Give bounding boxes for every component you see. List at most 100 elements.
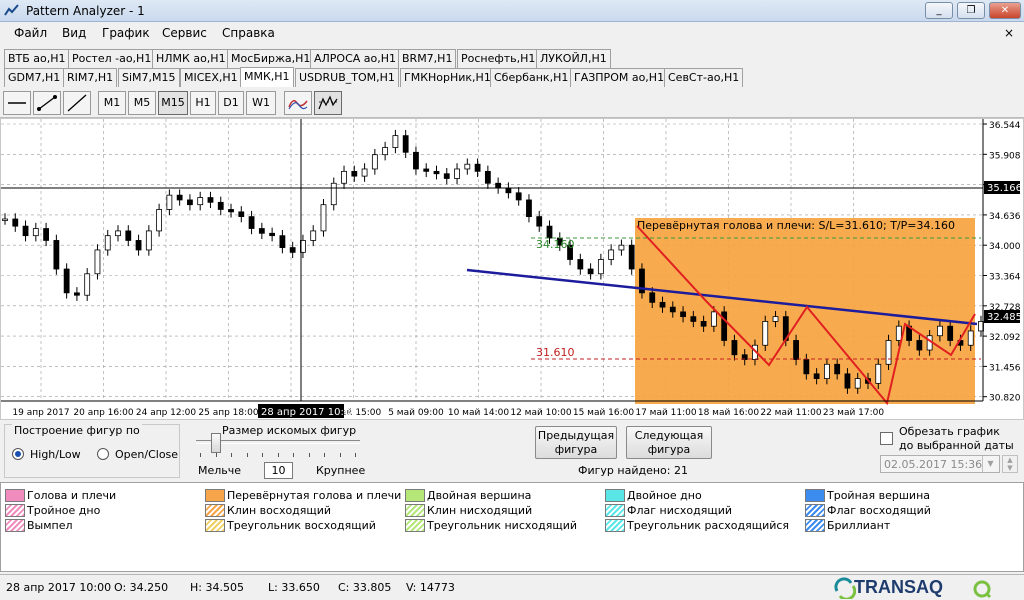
timeframe-m15[interactable]: M15 [158,91,188,115]
radio-open-close[interactable] [97,448,109,460]
line-chart-mode[interactable] [284,91,312,115]
status-high: H: 34.505 [190,581,244,594]
slider-tick [200,453,201,457]
tab-mmk[interactable]: ММК,H1 [240,67,294,87]
date-spinner-icon[interactable]: ▲ ▼ [1002,455,1018,473]
last-price-label: 32.485 [987,312,1022,323]
candle-body [875,363,882,384]
time-tick-label: 15 май 16:00 [573,408,635,418]
candle-body [423,168,430,172]
timeframe-m5[interactable]: M5 [128,91,156,115]
status-open: O: 34.250 [114,581,169,594]
candle-body [104,235,111,251]
prev-figure-button[interactable]: Предыдущая фигура [535,426,617,459]
maximize-button[interactable]: ❐ [957,2,985,19]
candle-body [577,259,584,270]
tab-micex[interactable]: MICEX,H1 [180,68,242,87]
document-close-icon[interactable]: × [1004,26,1014,40]
legend-label: Клин восходящий [227,504,332,517]
tab-gazprom[interactable]: ГАЗПРОМ ао,H1 [570,68,669,87]
segment-tool[interactable] [33,91,61,115]
candle-body [680,311,686,318]
candle-body [495,182,502,189]
chart-canvas[interactable]: 34.160 31.610 Перевёрнутая голова и плеч… [1,119,1023,419]
legend-label: Двойная вершина [427,489,532,502]
transaq-logo-mark [834,577,856,599]
tab-alrosa[interactable]: АЛРОСА ао,H1 [310,49,401,68]
brand-name: TRANSAQ [854,577,943,597]
candle-body [464,163,471,170]
candle-body [454,168,460,179]
size-value-field[interactable]: 10 [264,462,293,479]
status-low: L: 33.650 [268,581,320,594]
legend-swatch [405,504,425,517]
menu-service[interactable]: Сервис [162,26,207,40]
candle-body [854,378,861,389]
horizontal-line-tool[interactable] [3,91,31,115]
menu-file[interactable]: Файл [14,26,47,40]
legend-swatch [805,504,825,517]
pattern-mode[interactable] [314,91,342,115]
price-tick-label: 36.544 [989,121,1021,131]
menu-help[interactable]: Справка [222,26,275,40]
tab-vtb[interactable]: ВТБ ао,H1 [4,49,70,68]
candle-body [32,228,39,237]
radio-high-low[interactable] [12,448,24,460]
tab-lukoil[interactable]: ЛУКОЙЛ,H1 [536,49,611,68]
candle-body [53,240,60,270]
minimize-button[interactable]: _ [925,2,953,19]
price-chart[interactable]: 34.160 31.610 Перевёрнутая голова и плеч… [0,118,1024,420]
timeframe-d1[interactable]: D1 [218,91,244,115]
candle-body [392,135,399,148]
crop-checkbox[interactable] [880,432,893,445]
candle-body [721,311,728,341]
tab-usdrub[interactable]: USDRUB_TOM,H1 [295,68,399,87]
candle-body [937,325,943,337]
legend-label: Клин нисходящий [427,504,533,517]
title-bar: Pattern Analyzer - 1 _ ❐ ✕ [0,0,1024,22]
timeframe-w1[interactable]: W1 [246,91,276,115]
candle-body [834,363,841,375]
candle-body [330,182,337,206]
slider-tick [277,453,279,457]
candle-body [269,232,276,237]
next-figure-button[interactable]: Следующая фигура [626,426,712,459]
tab-rim7[interactable]: RIM7,H1 [63,68,118,87]
tab-sevst[interactable]: СевСт-ао,H1 [664,68,744,87]
line-chart-icon [288,100,308,110]
legend-label: Треугольник расходящийся [627,519,790,532]
date-dropdown-icon[interactable]: ▼ [982,456,998,472]
status-date: 28 апр 2017 10:00 [6,581,112,594]
candle-body [474,163,481,172]
candle-body [536,216,543,227]
size-slider-thumb[interactable] [211,433,221,453]
tab-gmk[interactable]: ГМКНорНик,H1 [400,68,495,87]
sl-label: 31.610 [536,346,575,359]
slider-tick [308,453,310,457]
menu-chart[interactable]: График [102,26,150,40]
trendline-tool[interactable] [63,91,91,115]
close-button[interactable]: ✕ [989,2,1021,19]
legend-label: Двойное дно [627,489,702,502]
candle-body [94,249,101,275]
candle-body [628,244,635,270]
tab-sberbank[interactable]: Сбербанк,H1 [490,68,573,87]
tab-brm7[interactable]: BRM7,H1 [398,49,457,68]
tab-rostel[interactable]: Ростел -ао,H1 [68,49,156,68]
tab-gdm7[interactable]: GDM7,H1 [4,68,65,87]
legend-swatch [5,519,25,532]
tab-nlmk[interactable]: НЛМК ао,H1 [152,49,230,68]
tab-mosbirzha[interactable]: МосБиржа,H1 [227,49,315,68]
candle-body [402,135,409,153]
tab-rosneft[interactable]: Роснефть,H1 [457,49,540,68]
candle-body [916,340,923,351]
candle-body [217,201,224,210]
candle-body [84,273,91,296]
candle-body [310,230,317,241]
time-tick-label: 18 май 16:00 [698,408,760,418]
status-close: C: 33.805 [338,581,392,594]
menu-view[interactable]: Вид [62,26,86,40]
timeframe-m1[interactable]: M1 [98,91,126,115]
tab-sim7[interactable]: SiM7,M15 [118,68,180,87]
timeframe-h1[interactable]: H1 [190,91,216,115]
